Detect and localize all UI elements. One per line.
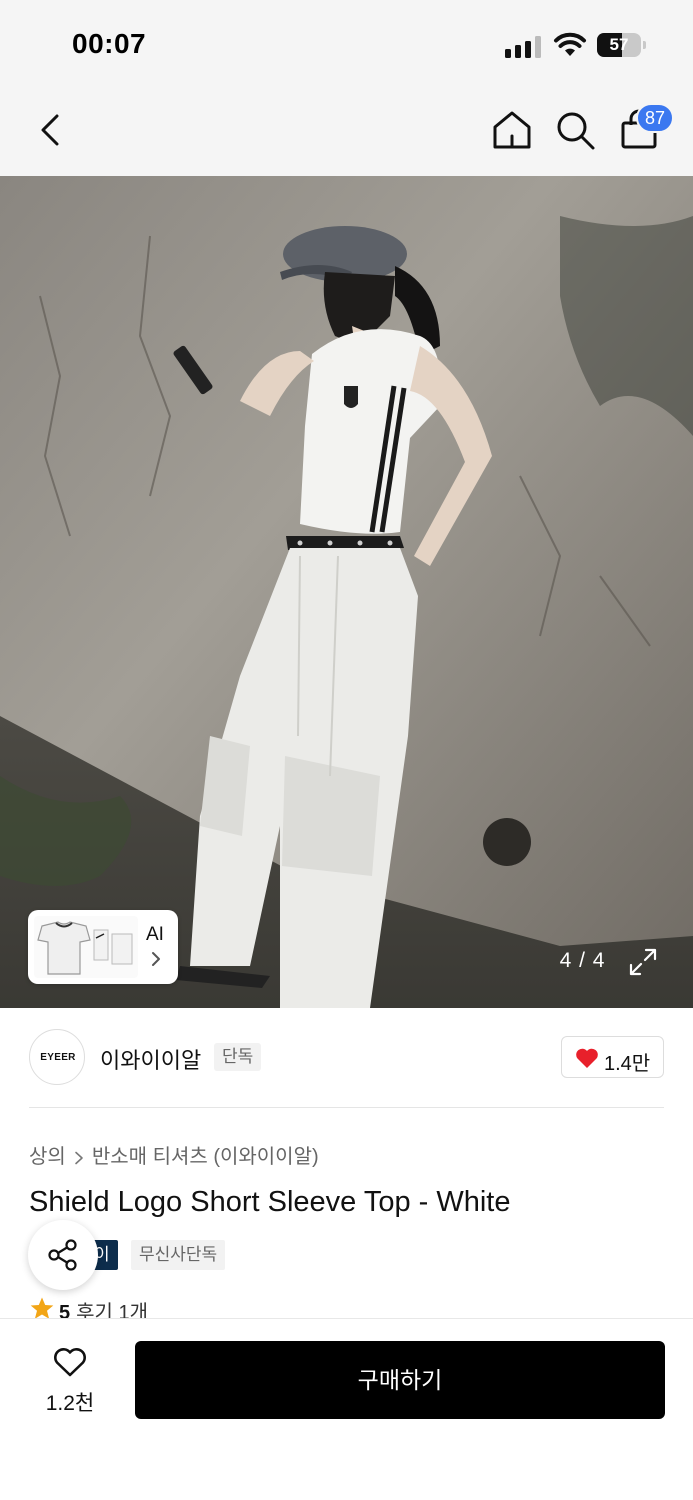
chevron-right-icon [152,952,160,966]
star-icon [30,1297,54,1319]
heart-outline-icon [54,1348,86,1377]
product-photo [0,176,693,1008]
heart-icon [576,1048,598,1068]
home-button[interactable] [490,108,534,152]
status-time: 00:07 [72,28,147,59]
exclusive-badge: 무신사단독 [131,1240,226,1270]
back-button[interactable] [32,108,72,152]
exclusive-tag: 단독 [214,1043,262,1071]
divider [29,1107,664,1108]
share-button[interactable] [28,1220,98,1290]
brand-row: EYEER 이와이이알 단독 1.4만 [0,1008,693,1108]
search-icon [557,112,595,150]
cart-count-badge: 87 [636,103,674,133]
wishlist-button[interactable]: 1.2천 [40,1343,104,1415]
status-bar: 00:07 57 [0,0,693,88]
buy-button[interactable]: 구매하기 [135,1341,665,1419]
share-icon [48,1239,77,1271]
breadcrumb: 상의 반소매 티셔츠 (이와이이알) [29,1140,319,1169]
wishlist-count: 1.2천 [45,1392,95,1415]
cellular-signal-icon [505,36,541,58]
battery-indicator: 57 [597,33,647,57]
home-icon [493,111,531,149]
breadcrumb-category[interactable]: 상의 [29,1146,66,1168]
battery-level: 57 [609,35,629,54]
product-title: Shield Logo Short Sleeve Top - White [29,1186,511,1218]
expand-image-button[interactable] [627,946,659,978]
brand-like-count: 1.4만 [604,1053,651,1075]
chevron-right-icon [75,1151,83,1165]
expand-icon [629,948,657,976]
wifi-icon [554,32,586,56]
brand-like-button[interactable]: 1.4만 [561,1036,664,1078]
breadcrumb-subcategory[interactable]: 반소매 티셔츠 (이와이이알) [92,1146,319,1168]
rating-row[interactable]: 5 후기 1개 [29,1296,148,1320]
brand-logo[interactable]: EYEER [29,1029,85,1085]
top-navigation: 87 [0,88,693,176]
bottom-action-bar: 1.2천 구매하기 [0,1318,693,1500]
product-image[interactable]: AI 4 / 4 [0,176,693,1008]
similar-items-thumbnail [34,916,138,978]
brand-logo-text: EYEER [40,1052,76,1063]
image-counter: 4 / 4 [559,949,606,972]
ai-label: AI [146,924,164,945]
back-icon [41,114,59,146]
ai-similar-items-button[interactable]: AI [28,910,178,984]
brand-name[interactable]: 이와이이알 [100,1043,201,1075]
search-button[interactable] [553,108,597,152]
